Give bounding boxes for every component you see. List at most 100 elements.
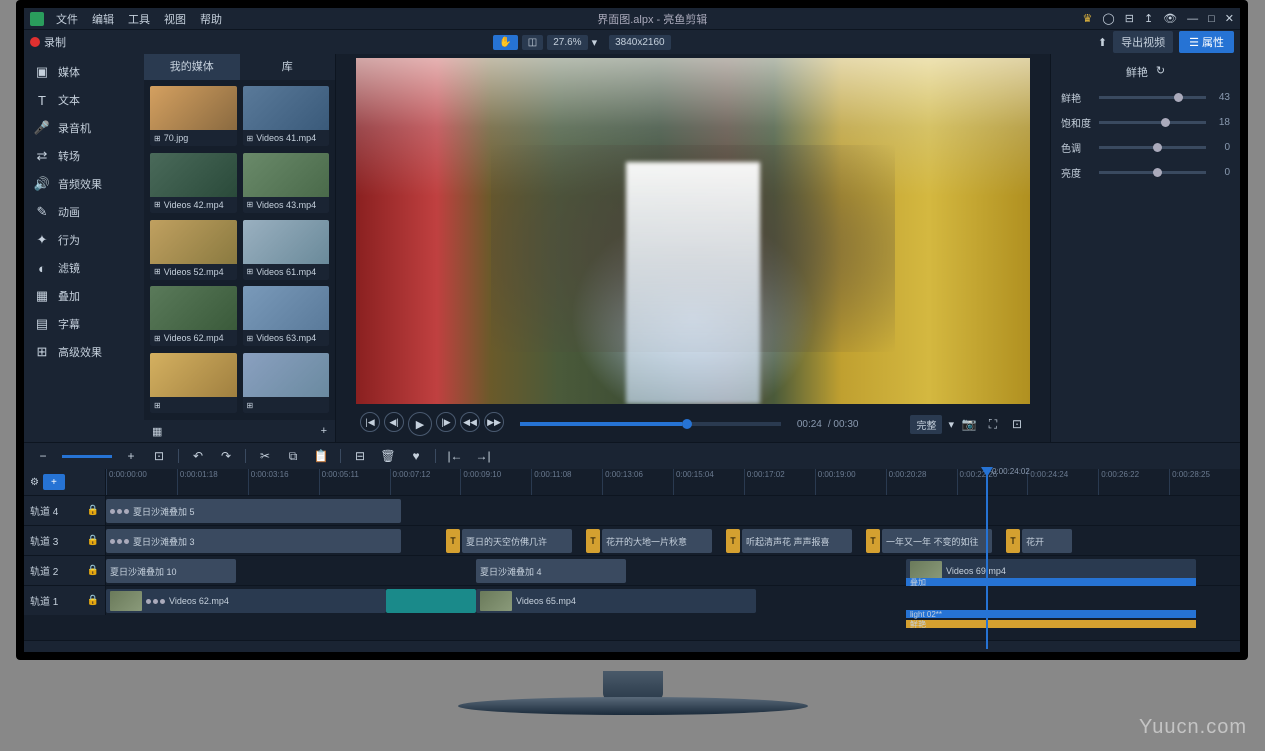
clip[interactable]: T <box>586 529 600 553</box>
clip[interactable]: 夏日沙滩叠加 10 <box>106 559 236 583</box>
clip[interactable]: 夏日沙滩叠加 3 <box>106 529 401 553</box>
prev-frame-button[interactable]: |◀ <box>360 412 380 432</box>
copy-icon[interactable]: ⧉ <box>284 447 302 465</box>
slider-track[interactable] <box>1099 171 1206 174</box>
clip[interactable]: T <box>446 529 460 553</box>
max-button[interactable]: □ <box>1208 13 1215 25</box>
timeline-scrollbar[interactable] <box>24 640 1240 652</box>
effect-strip[interactable]: light 02** <box>906 610 1196 618</box>
slider-track[interactable] <box>1099 121 1206 124</box>
effect-strip[interactable]: 叠加 <box>906 578 1196 586</box>
crown-icon[interactable]: ♛ <box>1083 12 1093 25</box>
media-item[interactable]: Videos 62.mp4 <box>150 286 237 346</box>
track-content[interactable]: 夏日沙滩叠加 10夏日沙滩叠加 4Videos 69.mp4叠加 <box>106 556 1240 585</box>
min-button[interactable]: — <box>1187 13 1198 25</box>
track-header[interactable]: 轨道 4🔒 <box>24 496 106 525</box>
sidebar-item-7[interactable]: ◐滤镜 <box>24 254 144 282</box>
sidebar-item-3[interactable]: ⇄转场 <box>24 142 144 170</box>
save-icon[interactable]: ⊟ <box>1125 12 1134 25</box>
sidebar-item-0[interactable]: ▣媒体 <box>24 58 144 86</box>
track-settings-icon[interactable]: ⚙ <box>30 477 39 488</box>
step-back-button[interactable]: ◀| <box>384 412 404 432</box>
eye-icon[interactable]: 👁 <box>1163 12 1177 25</box>
media-item[interactable]: Videos 41.mp4 <box>243 86 330 146</box>
sidebar-item-10[interactable]: ⊞高级效果 <box>24 338 144 366</box>
goto-start-icon[interactable]: |← <box>446 447 464 465</box>
export-button[interactable]: 导出视频 <box>1113 31 1173 53</box>
menu-tools[interactable]: 工具 <box>128 11 150 27</box>
close-button[interactable]: ✕ <box>1225 12 1234 25</box>
slider-track[interactable] <box>1099 146 1206 149</box>
clip[interactable]: 夏日的天空仿佛几许 <box>462 529 572 553</box>
clip[interactable]: T <box>726 529 740 553</box>
detach-icon[interactable]: ⊡ <box>1008 415 1026 433</box>
playhead[interactable]: 0:00:24:02 <box>986 469 988 649</box>
media-item[interactable]: Videos 52.mp4 <box>150 220 237 280</box>
menu-file[interactable]: 文件 <box>56 11 78 27</box>
play-button[interactable]: ▶ <box>408 412 432 436</box>
track-header[interactable]: 轨道 2🔒 <box>24 556 106 585</box>
add-media-icon[interactable]: + <box>321 425 327 437</box>
snapshot-icon[interactable]: 📷 <box>960 415 978 433</box>
clip[interactable]: 听起清声花 声声报喜 <box>742 529 852 553</box>
undo-icon[interactable]: ↶ <box>189 447 207 465</box>
sidebar-item-8[interactable]: ▦叠加 <box>24 282 144 310</box>
track-header[interactable]: 轨道 1🔒 <box>24 586 106 615</box>
zoom-slider[interactable] <box>62 455 112 458</box>
fit-timeline-icon[interactable]: ⊡ <box>150 447 168 465</box>
menu-view[interactable]: 视图 <box>164 11 186 27</box>
crop-tool[interactable]: ◫ <box>522 35 543 50</box>
sidebar-item-6[interactable]: ✦行为 <box>24 226 144 254</box>
chevron-down-icon[interactable]: ▾ <box>948 418 954 431</box>
marker-icon[interactable]: ♥ <box>407 447 425 465</box>
delete-icon[interactable]: 🗑 <box>379 447 397 465</box>
step-fwd-button[interactable]: |▶ <box>436 412 456 432</box>
sidebar-item-9[interactable]: ▤字幕 <box>24 310 144 338</box>
clip[interactable] <box>386 589 476 613</box>
clip[interactable]: 夏日沙滩叠加 4 <box>476 559 626 583</box>
track-content[interactable]: 夏日沙滩叠加 3T夏日的天空仿佛几许T花开的大地一片秋意T听起清声花 声声报喜T… <box>106 526 1240 555</box>
add-track-button[interactable]: + <box>43 474 65 490</box>
track-content[interactable]: Videos 62.mp4Videos 65.mp4light 02**鲜艳 <box>106 586 1240 615</box>
grid-view-icon[interactable]: ▦ <box>152 425 162 438</box>
sidebar-item-4[interactable]: 🔊音频效果 <box>24 170 144 198</box>
tab-library[interactable]: 库 <box>240 54 336 80</box>
progress-bar[interactable] <box>520 422 781 426</box>
clip[interactable]: Videos 62.mp4 <box>106 589 386 613</box>
media-item[interactable] <box>243 353 330 413</box>
tab-my-media[interactable]: 我的媒体 <box>144 54 240 80</box>
zoom-dropdown[interactable]: 27.6% <box>547 35 587 50</box>
track-header[interactable]: 轨道 3🔒 <box>24 526 106 555</box>
sidebar-item-1[interactable]: T文本 <box>24 86 144 114</box>
redo-icon[interactable]: ↷ <box>217 447 235 465</box>
chevron-down-icon[interactable]: ▾ <box>592 36 598 49</box>
effect-strip[interactable]: 鲜艳 <box>906 620 1196 628</box>
resolution-label[interactable]: 3840x2160 <box>609 35 671 50</box>
media-item[interactable]: Videos 43.mp4 <box>243 153 330 213</box>
clip[interactable]: 花开的大地一片秋意 <box>602 529 712 553</box>
sidebar-item-5[interactable]: ✎动画 <box>24 198 144 226</box>
clip[interactable]: 花开 <box>1022 529 1072 553</box>
fit-dropdown[interactable]: 完整 <box>910 415 942 434</box>
clip[interactable]: T <box>1006 529 1020 553</box>
clip[interactable]: 夏日沙滩叠加 5 <box>106 499 401 523</box>
menu-edit[interactable]: 编辑 <box>92 11 114 27</box>
reset-icon[interactable]: ↻ <box>1156 64 1165 80</box>
zoom-out-icon[interactable]: − <box>34 447 52 465</box>
upload-icon[interactable]: ↥ <box>1144 12 1153 25</box>
clip[interactable]: 一年又一年 不变的如往 <box>882 529 992 553</box>
next-clip-button[interactable]: ▶▶ <box>484 412 504 432</box>
clip[interactable]: Videos 65.mp4 <box>476 589 756 613</box>
timeline-ruler[interactable]: 0:00:24:02 0:00:00:000:00:01:180:00:03:1… <box>106 469 1240 495</box>
track-content[interactable]: 夏日沙滩叠加 5 <box>106 496 1240 525</box>
paste-icon[interactable]: 📋 <box>312 447 330 465</box>
media-item[interactable]: Videos 42.mp4 <box>150 153 237 213</box>
menu-help[interactable]: 帮助 <box>200 11 222 27</box>
clip[interactable]: T <box>866 529 880 553</box>
record-button[interactable]: 录制 <box>30 34 66 50</box>
fullscreen-icon[interactable]: ⛶ <box>984 415 1002 433</box>
split-icon[interactable]: ⊟ <box>351 447 369 465</box>
sidebar-item-2[interactable]: 🎤录音机 <box>24 114 144 142</box>
user-icon[interactable]: ◯ <box>1102 12 1114 25</box>
zoom-in-icon[interactable]: + <box>122 447 140 465</box>
